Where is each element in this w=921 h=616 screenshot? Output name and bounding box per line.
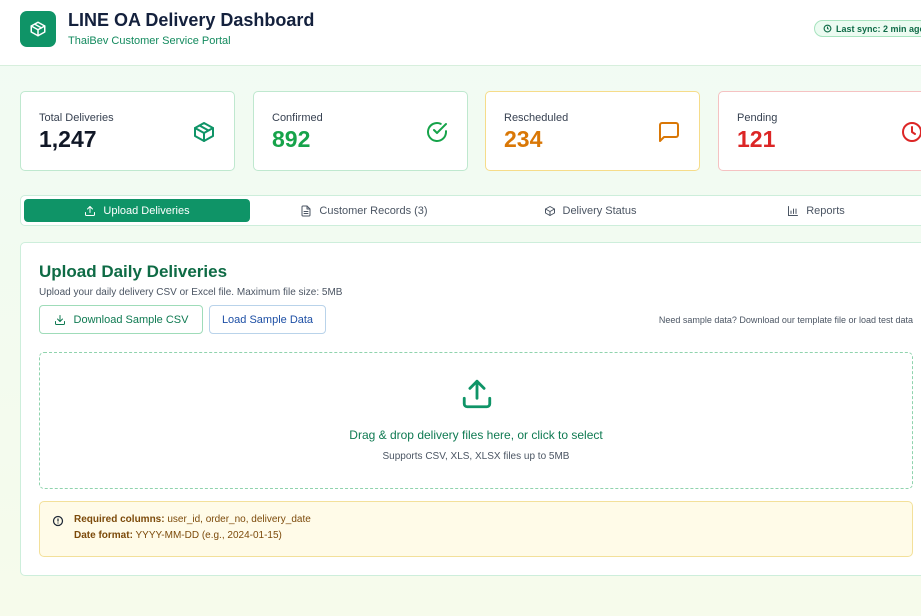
package-icon [544, 205, 555, 216]
button-label: Download Sample CSV [73, 313, 189, 326]
stat-card-total: Total Deliveries 1,247 [20, 91, 235, 171]
panel-title: Upload Daily Deliveries [39, 262, 228, 281]
tab-reports[interactable]: Reports [703, 199, 921, 222]
tab-label: Reports [806, 204, 845, 217]
tab-label: Upload Deliveries [103, 204, 190, 217]
download-icon [54, 314, 65, 325]
tab-delivery-status[interactable]: Delivery Status [477, 199, 703, 222]
bar-chart-icon [788, 205, 799, 216]
dropzone-text: Drag & drop delivery files here, or clic… [349, 428, 603, 442]
sync-status-badge: Last sync: 2 min ago [814, 20, 921, 37]
stat-value: 234 [504, 126, 543, 152]
tab-label: Delivery Status [562, 204, 637, 217]
app-logo [20, 11, 56, 47]
required-columns-value: user_id, order_no, delivery_date [167, 514, 311, 525]
download-sample-csv-button[interactable]: Download Sample CSV [39, 305, 203, 334]
date-format-value: YYYY-MM-DD (e.g., 2024-01-15) [135, 530, 282, 541]
stat-label: Total Deliveries [39, 112, 114, 124]
dropzone-subtext: Supports CSV, XLS, XLSX files up to 5MB [382, 451, 570, 462]
tab-customer-records[interactable]: Customer Records (3) [251, 199, 477, 222]
stat-label: Pending [737, 112, 778, 124]
stat-card-pending: Pending 121 [718, 91, 921, 171]
stat-card-rescheduled: Rescheduled 234 [485, 91, 700, 171]
upload-panel: Upload Daily Deliveries Upload your dail… [20, 242, 921, 576]
sync-status-text: Last sync: 2 min ago [836, 23, 921, 34]
upload-icon [462, 379, 492, 409]
package-icon [194, 122, 214, 142]
stat-label: Confirmed [272, 112, 323, 124]
panel-description: Upload your daily delivery CSV or Excel … [39, 287, 343, 298]
clock-icon [902, 122, 921, 142]
tab-upload-deliveries[interactable]: Upload Deliveries [24, 199, 250, 222]
package-icon [30, 21, 46, 37]
required-columns-label: Required columns: [74, 514, 165, 525]
check-circle-icon [427, 122, 447, 142]
app-header: LINE OA Delivery Dashboard ThaiBev Custo… [0, 0, 921, 66]
date-format-line: Date format: YYYY-MM-DD (e.g., 2024-01-1… [74, 530, 282, 541]
date-format-label: Date format: [74, 530, 133, 541]
message-square-icon [659, 122, 679, 142]
required-columns-line: Required columns: user_id, order_no, del… [74, 514, 311, 525]
load-sample-data-button[interactable]: Load Sample Data [209, 305, 326, 334]
sample-data-hint: Need sample data? Download our template … [658, 315, 913, 325]
stat-value: 1,247 [39, 126, 97, 152]
upload-icon [85, 205, 96, 216]
tab-label: Customer Records (3) [319, 204, 428, 217]
file-dropzone[interactable]: Drag & drop delivery files here, or clic… [39, 352, 913, 489]
stat-label: Rescheduled [504, 112, 569, 124]
stat-card-confirmed: Confirmed 892 [253, 91, 468, 171]
button-label: Load Sample Data [221, 313, 314, 326]
clock-icon [823, 24, 832, 33]
stat-value: 892 [272, 126, 311, 152]
stat-value: 121 [737, 126, 776, 152]
app-subtitle: ThaiBev Customer Service Portal [68, 35, 231, 47]
tab-bar: Upload Deliveries Customer Records (3) D… [20, 195, 921, 226]
file-text-icon [301, 205, 311, 216]
requirements-note: Required columns: user_id, order_no, del… [39, 501, 913, 557]
alert-circle-icon [52, 515, 64, 527]
app-title: LINE OA Delivery Dashboard [68, 10, 315, 30]
